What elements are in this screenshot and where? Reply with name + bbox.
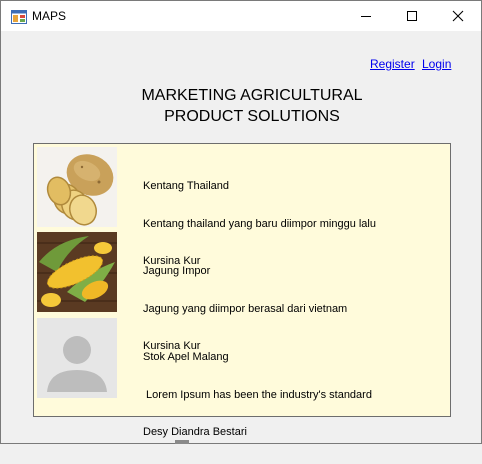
product-name: Stok Apel Malang bbox=[143, 351, 229, 363]
register-link[interactable]: Register bbox=[370, 57, 415, 71]
product-list: Kentang Thailand Kentang thailand yang b… bbox=[33, 143, 451, 438]
page-title-line-1: MARKETING AGRICULTURAL bbox=[141, 87, 363, 104]
page-title-line-2: PRODUCT SOLUTIONS bbox=[164, 108, 340, 125]
maximize-icon bbox=[407, 11, 417, 21]
close-icon bbox=[452, 10, 464, 22]
window-title: MAPS bbox=[32, 9, 67, 23]
product-seller: Desy Diandra Bestari bbox=[143, 426, 247, 438]
page-title: MARKETING AGRICULTURAL PRODUCT SOLUTIONS bbox=[101, 85, 403, 127]
product-description: Jagung yang diimpor berasal dari vietnam bbox=[143, 302, 348, 315]
product-description: Kentang thailand yang baru diimpor mingg… bbox=[143, 217, 376, 230]
minimize-icon bbox=[361, 16, 371, 17]
app-icon bbox=[11, 10, 27, 24]
title-bar[interactable]: MAPS bbox=[1, 1, 481, 31]
product-item[interactable]: Jagung Impor Jagung yang diimpor berasal… bbox=[37, 232, 449, 352]
product-item[interactable]: Kentang Thailand Kentang thailand yang b… bbox=[37, 147, 449, 267]
login-link[interactable]: Login bbox=[422, 57, 451, 71]
maximize-button[interactable] bbox=[389, 1, 435, 31]
product-item[interactable]: Stok Apel Malang Lorem Ipsum has been th… bbox=[37, 318, 449, 438]
close-button[interactable] bbox=[435, 1, 481, 31]
product-name: Kentang Thailand bbox=[143, 180, 230, 192]
corn-image[interactable] bbox=[37, 232, 117, 312]
potato-image[interactable] bbox=[37, 147, 117, 227]
app-window: MAPS Register Login MARKETING AGRICULTUR… bbox=[0, 0, 482, 444]
user-placeholder-icon[interactable] bbox=[37, 318, 117, 398]
resize-grip bbox=[175, 440, 189, 444]
product-name: Jagung Impor bbox=[143, 265, 211, 277]
minimize-button[interactable] bbox=[343, 1, 389, 31]
product-description: Lorem Ipsum has been the industry's stan… bbox=[143, 388, 372, 401]
